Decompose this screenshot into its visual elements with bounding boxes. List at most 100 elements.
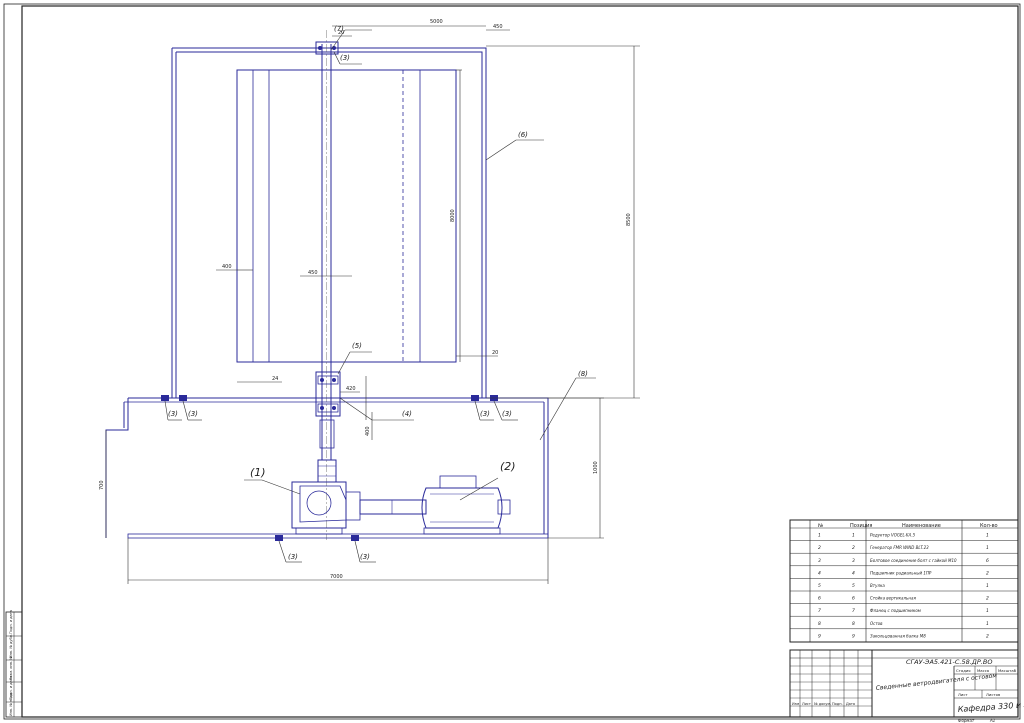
callout-8: (8) bbox=[578, 370, 588, 378]
bom-header-qty: Кол-во bbox=[980, 523, 998, 529]
callout-5: (5) bbox=[352, 342, 362, 350]
generator-shaft bbox=[359, 499, 427, 515]
tb-mass: Масса bbox=[977, 668, 989, 673]
generator bbox=[421, 475, 511, 535]
bom-cell-pos: 8 bbox=[852, 621, 855, 627]
bom-cell-pos: 4 bbox=[852, 570, 855, 576]
bom-cell-n: 2 bbox=[818, 545, 821, 551]
stamp-cell-5: Инв. № подл. bbox=[9, 692, 13, 716]
dim-bearing-420: 420 bbox=[346, 386, 356, 392]
bom-row: 1 1 Редуктор VOGEL-KA.5 1 bbox=[818, 533, 989, 539]
bom-row: 5 5 Втулка 1 bbox=[818, 583, 989, 589]
dim-base-right-height: 1000 bbox=[593, 461, 599, 474]
callout-6: (6) bbox=[518, 131, 528, 139]
bom-cell-pos: 3 bbox=[852, 558, 855, 564]
callout-3-top: (3) bbox=[340, 54, 350, 62]
doc-code: СГАУ-ЭА5.421-С.58.ДР.ВО bbox=[906, 658, 992, 666]
bom-cell-qty: 1 bbox=[986, 621, 989, 627]
dim-overall-height: 8500 bbox=[626, 213, 632, 226]
tb-row-date: Дата bbox=[846, 702, 855, 706]
stamp-cell-2: Инв. № дубл. bbox=[9, 634, 13, 658]
bom-cell-n: 1 bbox=[818, 533, 821, 539]
dim-blade-width: 400 bbox=[222, 264, 232, 270]
format-value: А1 bbox=[989, 718, 995, 723]
bom-row: 9 9 Закольцованная балка М8 2 bbox=[818, 633, 989, 639]
base-bolts bbox=[161, 395, 498, 541]
callout-2: (2) bbox=[500, 460, 516, 473]
bom-cell-name: Редуктор VOGEL-KA.5 bbox=[870, 533, 916, 538]
callout-3-bottom-1: (3) bbox=[288, 553, 298, 561]
tb-sheets: Листов bbox=[986, 692, 1001, 697]
dim-top-right: 450 bbox=[493, 24, 503, 30]
dim-base-left-height: 700 bbox=[99, 480, 105, 490]
inner-frame bbox=[21, 5, 1019, 718]
vertical-frame bbox=[171, 47, 487, 398]
callout-3-right-2: (3) bbox=[502, 410, 512, 418]
bom-cell-name: Болтовое соединение болт с гайкой М10 bbox=[870, 558, 957, 563]
stamp-cell-1: Подп. и дата bbox=[9, 610, 13, 634]
tb-scale: Масштаб bbox=[998, 668, 1017, 673]
drawing-title: Сведенные ветродвигателя с остовом bbox=[875, 672, 997, 692]
bom-cell-name: Стойка вертикальная bbox=[870, 596, 916, 601]
bom-row: 7 7 Фланец с подшипником 1 bbox=[818, 608, 989, 614]
rotor-blades bbox=[236, 69, 457, 363]
bom-cell-pos: 1 bbox=[852, 533, 855, 539]
bom-cell-name: Закольцованная балка М8 bbox=[870, 633, 926, 638]
callout-3-left-1: (3) bbox=[168, 410, 178, 418]
bom-cell-name: Подшипник радиальный 1ПР bbox=[870, 570, 932, 575]
callout-3-right-1: (3) bbox=[480, 410, 490, 418]
tb-row-doc: № докум. bbox=[814, 702, 831, 706]
bom-row: 8 8 Остов 1 bbox=[818, 621, 989, 627]
bom-cell-qty: 2 bbox=[986, 570, 989, 576]
callout-1: (1) bbox=[250, 466, 266, 479]
bom-cell-qty: 1 bbox=[986, 583, 989, 589]
bom-row: 2 2 Генератор FMR WIND BLT.23 1 bbox=[818, 545, 989, 551]
bom-cell-name: Остов bbox=[870, 621, 883, 626]
bom-cell-n: 4 bbox=[818, 570, 821, 576]
bom-cell-pos: 2 bbox=[852, 545, 855, 551]
bom-cell-qty: 1 bbox=[986, 533, 989, 539]
bom-cell-qty: 2 bbox=[986, 596, 989, 602]
bom-cell-qty: 2 bbox=[986, 633, 989, 639]
title-block: Изм Лист № докум. Подп. Дата СГАУ-ЭА5.42… bbox=[789, 649, 1024, 723]
engineering-drawing: 5000 450 20 8000 8500 400 450 20 24 420 … bbox=[3, 3, 1024, 723]
dim-bearing-400: 400 bbox=[365, 426, 371, 436]
bom-cell-pos: 9 bbox=[852, 633, 855, 639]
bom-cell-qty: 1 bbox=[986, 545, 989, 551]
organization: Кафедра 330 и ЭМ bbox=[958, 700, 1024, 714]
bom-cell-n: 3 bbox=[818, 558, 821, 564]
dim-shaft-dia: 450 bbox=[308, 270, 318, 276]
bom-row: 3 3 Болтовое соединение болт с гайкой М10 6 bbox=[818, 558, 989, 564]
bom-cell-pos: 7 bbox=[852, 608, 855, 614]
tb-sheet: Лист bbox=[958, 692, 968, 697]
bom-cell-n: 6 bbox=[818, 596, 821, 602]
bom-cell-n: 9 bbox=[818, 633, 821, 639]
bom-cell-n: 5 bbox=[818, 583, 821, 589]
bom-cell-qty: 1 bbox=[986, 608, 989, 614]
bom-header-n: № bbox=[818, 523, 824, 529]
callout-3-bottom-2: (3) bbox=[360, 553, 370, 561]
bom-cell-n: 8 bbox=[818, 621, 821, 627]
callout-7: (7) bbox=[334, 25, 344, 33]
bom-header-pos: Позиция bbox=[850, 523, 872, 529]
outer-frame bbox=[3, 3, 1021, 720]
bom-cell-n: 7 bbox=[818, 608, 821, 614]
bom-cell-name: Втулка bbox=[870, 583, 885, 588]
tb-stage: Стадия bbox=[956, 668, 971, 673]
bushing bbox=[315, 371, 341, 417]
bill-of-materials: № Позиция Наименование Кол-во 1 1 Редуктор… bbox=[789, 519, 1019, 643]
bom-cell-pos: 5 bbox=[852, 583, 855, 589]
callout-3-left-2: (3) bbox=[188, 410, 198, 418]
bom-header-name: Наименование bbox=[902, 523, 941, 529]
format-label: Формат bbox=[958, 718, 975, 723]
vertical-shaft bbox=[321, 30, 332, 540]
bom-cell-name: Фланец с подшипником bbox=[870, 608, 921, 613]
dim-base-length: 7000 bbox=[330, 574, 343, 580]
shaft-coupling bbox=[317, 419, 337, 483]
callout-leaders bbox=[164, 29, 596, 563]
tb-row-izm: Изм bbox=[792, 702, 799, 706]
dimension-texts: 5000 450 20 8000 8500 400 450 20 24 420 … bbox=[99, 19, 632, 580]
dim-top-span: 5000 bbox=[430, 19, 443, 25]
base-frame bbox=[105, 397, 549, 539]
callout-labels: (7) (3) (6) (5) (4) (8) (3) (3) (3) (3) … bbox=[168, 25, 588, 561]
